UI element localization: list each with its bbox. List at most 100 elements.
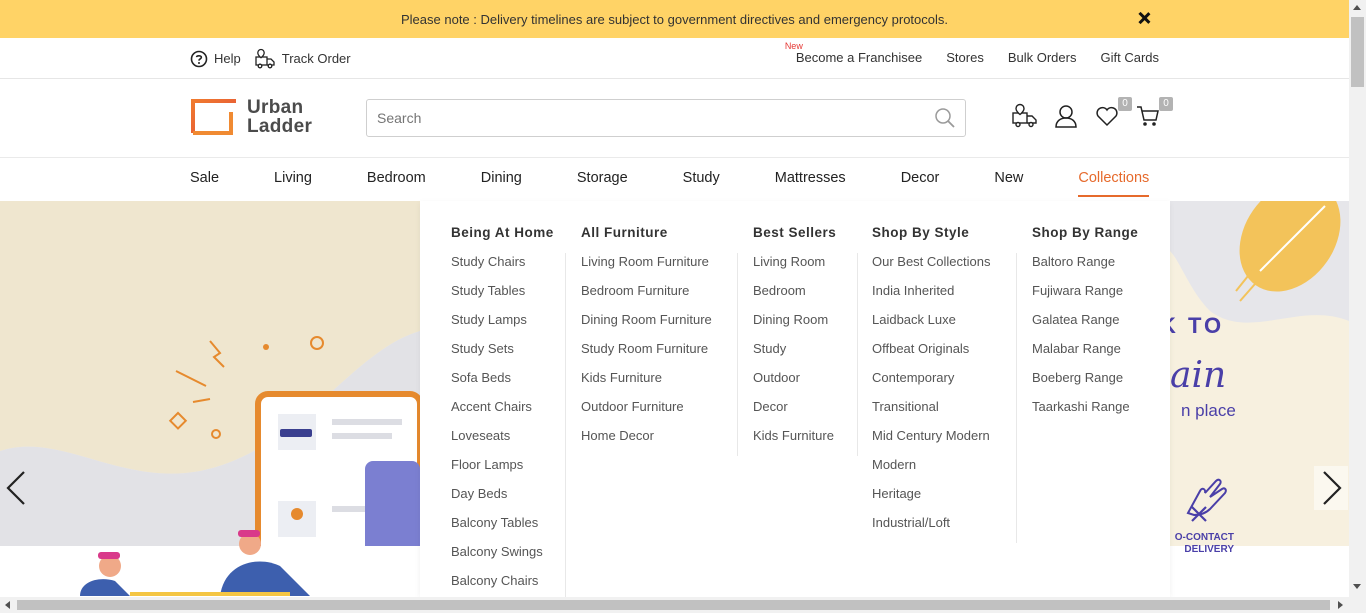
- menu-item[interactable]: Floor Lamps: [451, 456, 551, 485]
- help-link[interactable]: Help: [190, 50, 241, 68]
- menu-item[interactable]: Industrial/Loft: [872, 514, 1002, 543]
- menu-item[interactable]: Kids Furniture: [581, 369, 723, 398]
- menu-item[interactable]: Kids Furniture: [753, 427, 843, 456]
- help-label: Help: [214, 51, 241, 66]
- menu-item[interactable]: Study Room Furniture: [581, 340, 723, 369]
- logo[interactable]: Urban Ladder: [191, 98, 312, 136]
- menu-item[interactable]: Offbeat Originals: [872, 340, 1002, 369]
- nav-item-decor[interactable]: Decor: [901, 170, 940, 197]
- menu-item[interactable]: Dining Room Furniture: [581, 311, 723, 340]
- close-icon[interactable]: [1135, 9, 1153, 27]
- scroll-right-arrow-icon[interactable]: [1338, 601, 1343, 609]
- menu-column-shop-by-style: Shop By Style Our Best Collections India…: [872, 225, 1017, 543]
- cart-button[interactable]: 0: [1135, 97, 1173, 129]
- menu-item[interactable]: Outdoor: [753, 369, 843, 398]
- nav-item-bedroom[interactable]: Bedroom: [367, 170, 426, 197]
- stores-link[interactable]: Stores: [946, 50, 984, 65]
- scroll-left-arrow-icon[interactable]: [5, 601, 10, 609]
- menu-column-title: Shop By Range: [1032, 225, 1139, 240]
- banner-subtext: n place: [1181, 401, 1236, 420]
- wishlist-button[interactable]: 0: [1094, 97, 1132, 129]
- menu-item[interactable]: Bedroom Furniture: [581, 282, 723, 311]
- menu-item[interactable]: Contemporary: [872, 369, 1002, 398]
- menu-item[interactable]: Bedroom: [753, 282, 843, 311]
- menu-item[interactable]: Home Decor: [581, 427, 723, 456]
- menu-item[interactable]: Study Chairs: [451, 253, 551, 282]
- menu-item[interactable]: Balcony Tables: [451, 514, 551, 543]
- gift-cards-link[interactable]: Gift Cards: [1100, 50, 1159, 65]
- menu-item[interactable]: Taarkashi Range: [1032, 398, 1138, 427]
- menu-item[interactable]: Outdoor Furniture: [581, 398, 723, 427]
- menu-item[interactable]: Study Sets: [451, 340, 551, 369]
- menu-item[interactable]: Fujiwara Range: [1032, 282, 1138, 311]
- no-contact-delivery-text: O-CONTACT DELIVERY: [1174, 532, 1234, 555]
- menu-column-title: All Furniture: [581, 225, 668, 240]
- menu-item[interactable]: Balcony Chairs: [451, 572, 551, 597]
- menu-item[interactable]: Sofa Beds: [451, 369, 551, 398]
- scroll-up-arrow-icon[interactable]: [1353, 5, 1361, 10]
- menu-column-all-furniture: All Furniture Living Room Furniture Bedr…: [581, 225, 738, 456]
- vertical-scrollbar[interactable]: [1349, 0, 1366, 613]
- carousel-prev-icon[interactable]: [0, 466, 34, 510]
- track-order-icon: [255, 48, 275, 69]
- banner-people-illustration: [80, 530, 310, 596]
- horizontal-scrollbar[interactable]: [0, 597, 1349, 613]
- bulk-orders-link[interactable]: Bulk Orders: [1008, 50, 1077, 65]
- nav-item-collections[interactable]: Collections: [1078, 170, 1150, 197]
- banner-script-text: ain: [1170, 355, 1227, 396]
- no-contact-hand-icon: [1186, 478, 1227, 522]
- collections-mega-menu: Being At Home Study Chairs Study Tables …: [420, 201, 1170, 597]
- scroll-down-arrow-icon[interactable]: [1353, 584, 1361, 589]
- menu-item[interactable]: Study: [753, 340, 843, 369]
- menu-item[interactable]: Dining Room: [753, 311, 843, 340]
- nav-item-new[interactable]: New: [994, 170, 1023, 197]
- menu-item[interactable]: Heritage: [872, 485, 1002, 514]
- menu-item[interactable]: Decor: [753, 398, 843, 427]
- cart-count-badge: 0: [1159, 97, 1173, 111]
- wishlist-count-badge: 0: [1118, 97, 1132, 111]
- nav-item-sale[interactable]: Sale: [190, 170, 219, 197]
- menu-item[interactable]: Loveseats: [451, 427, 551, 456]
- menu-item[interactable]: Study Tables: [451, 282, 551, 311]
- menu-item[interactable]: Baltoro Range: [1032, 253, 1138, 282]
- menu-item[interactable]: Malabar Range: [1032, 340, 1138, 369]
- nav-item-dining[interactable]: Dining: [481, 170, 522, 197]
- menu-item[interactable]: Transitional: [872, 398, 1002, 427]
- search-box: [366, 99, 966, 137]
- menu-item[interactable]: Galatea Range: [1032, 311, 1138, 340]
- main-nav: Sale Living Bedroom Dining Storage Study…: [0, 158, 1349, 201]
- nav-item-mattresses[interactable]: Mattresses: [775, 170, 846, 197]
- user-icon[interactable]: [1053, 103, 1079, 129]
- nav-item-study[interactable]: Study: [683, 170, 720, 197]
- menu-item[interactable]: Laidback Luxe: [872, 311, 1002, 340]
- menu-item[interactable]: India Inherited: [872, 282, 1002, 311]
- heart-icon: [1096, 106, 1118, 127]
- menu-column-shop-by-range: Shop By Range Baltoro Range Fujiwara Ran…: [1032, 225, 1152, 427]
- logo-text-urban: Urban: [247, 97, 304, 118]
- menu-item[interactable]: Modern: [872, 456, 1002, 485]
- horizontal-scroll-thumb[interactable]: [17, 600, 1330, 610]
- track-order-link[interactable]: Track Order: [255, 48, 351, 69]
- menu-column-being-at-home: Being At Home Study Chairs Study Tables …: [451, 225, 566, 597]
- notice-bar: Please note : Delivery timelines are sub…: [0, 0, 1349, 38]
- menu-item[interactable]: Mid Century Modern: [872, 427, 1002, 456]
- menu-item[interactable]: Our Best Collections: [872, 253, 1002, 282]
- become-franchisee-link[interactable]: New Become a Franchisee: [785, 41, 923, 65]
- carousel-next-icon[interactable]: [1314, 466, 1348, 510]
- menu-item[interactable]: Accent Chairs: [451, 398, 551, 427]
- menu-item[interactable]: Boeberg Range: [1032, 369, 1138, 398]
- notice-text: Please note : Delivery timelines are sub…: [401, 11, 948, 27]
- menu-item[interactable]: Living Room: [753, 253, 843, 282]
- search-input[interactable]: [367, 100, 933, 136]
- vertical-scroll-thumb[interactable]: [1351, 17, 1364, 87]
- search-icon[interactable]: [933, 106, 957, 130]
- menu-item[interactable]: Study Lamps: [451, 311, 551, 340]
- franchise-label: Become a Franchisee: [795, 50, 923, 65]
- menu-column-best-sellers: Best Sellers Living Room Bedroom Dining …: [753, 225, 858, 456]
- menu-item[interactable]: Living Room Furniture: [581, 253, 723, 282]
- delivery-truck-icon[interactable]: [1012, 103, 1038, 129]
- nav-item-storage[interactable]: Storage: [577, 170, 628, 197]
- nav-item-living[interactable]: Living: [274, 170, 312, 197]
- menu-item[interactable]: Day Beds: [451, 485, 551, 514]
- menu-item[interactable]: Balcony Swings: [451, 543, 551, 572]
